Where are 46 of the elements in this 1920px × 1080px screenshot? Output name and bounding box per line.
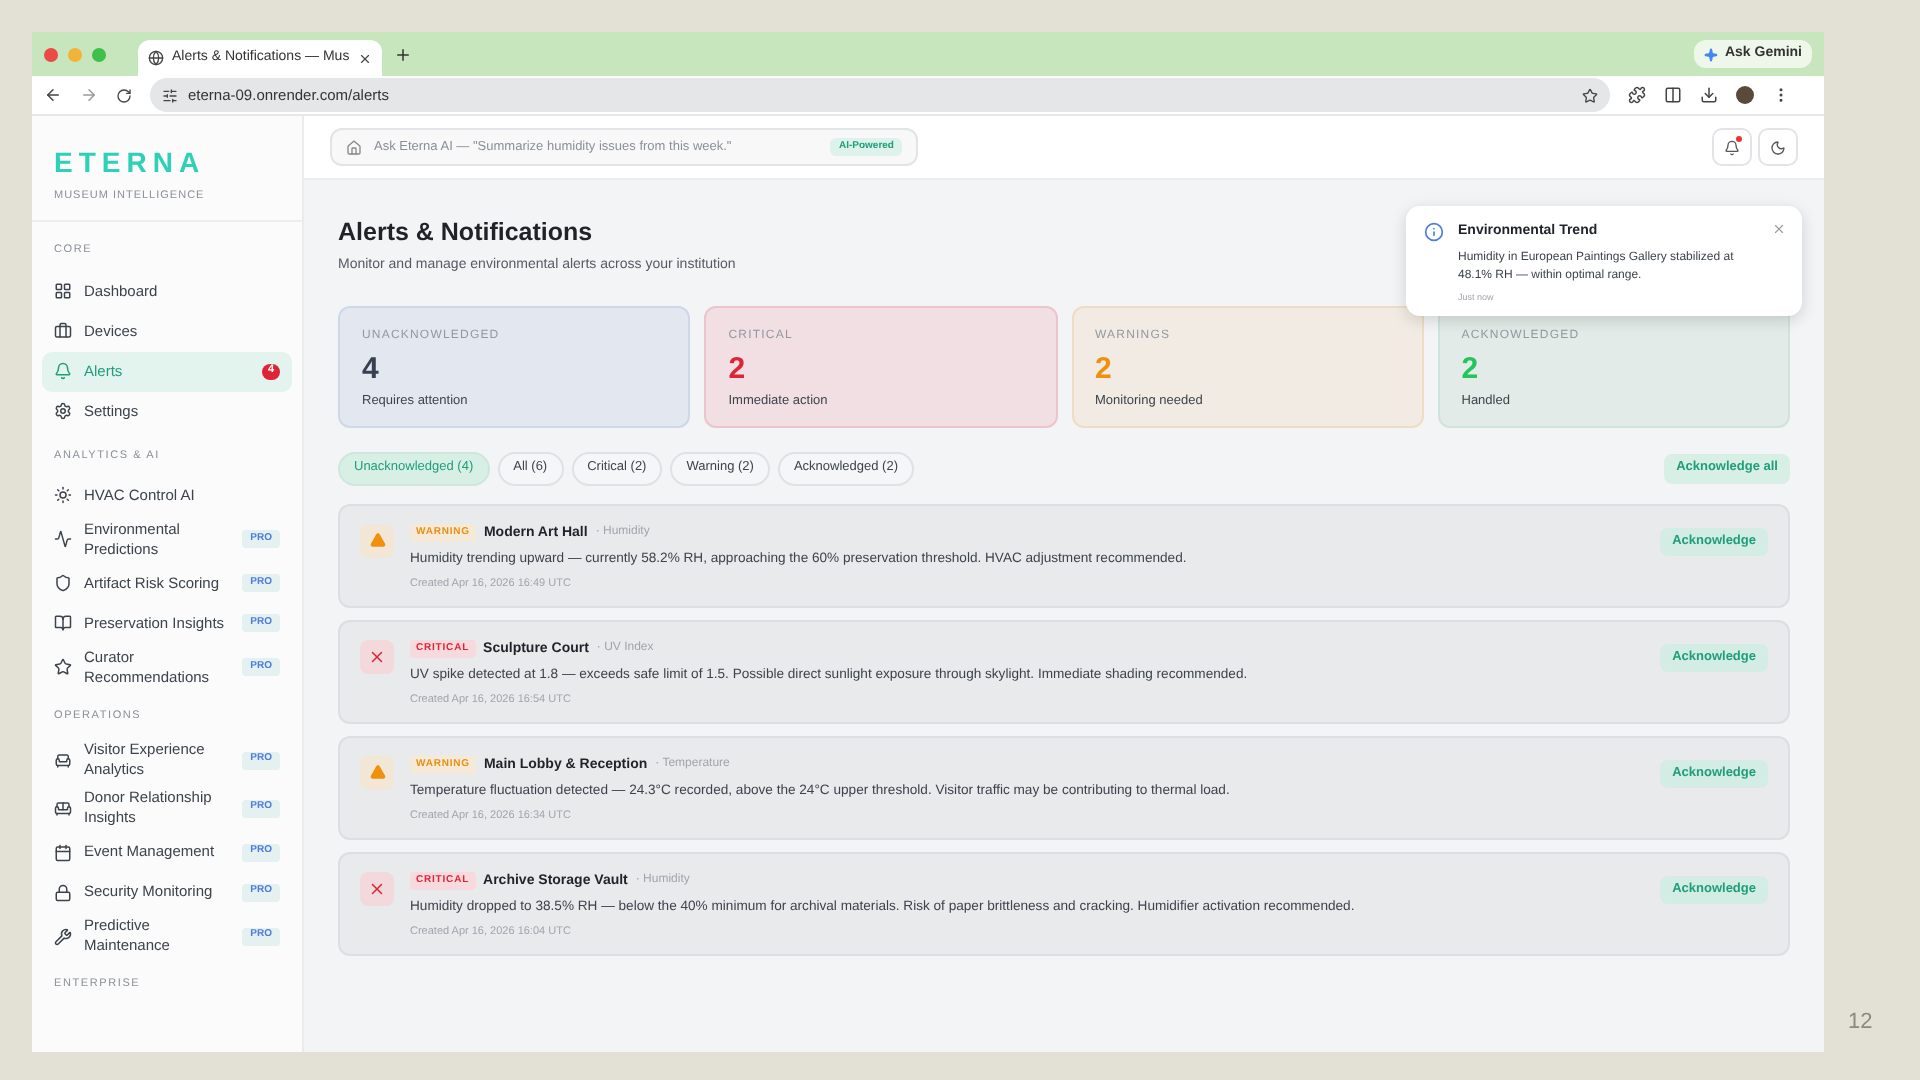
shield-icon (54, 574, 72, 593)
settings-icon (54, 402, 72, 420)
stat-value: 2 (1461, 351, 1481, 385)
forward-icon[interactable] (80, 86, 98, 104)
lock-icon (54, 883, 72, 901)
warning-icon (360, 523, 394, 557)
x-mark-icon (360, 871, 394, 905)
close-icon[interactable] (1772, 222, 1786, 236)
close-tab-icon[interactable] (358, 51, 372, 65)
calendar-icon (54, 843, 72, 861)
split-view-icon[interactable] (1664, 86, 1682, 104)
armchair-icon (54, 751, 72, 769)
info-icon (1424, 222, 1444, 242)
reload-icon[interactable] (116, 87, 132, 103)
bell-icon (54, 362, 72, 380)
extensions-icon[interactable] (1628, 86, 1646, 104)
brand-logo: ETERNA (54, 148, 208, 176)
new-tab-icon[interactable] (394, 45, 412, 63)
moon-icon (1770, 139, 1786, 155)
star-icon (54, 658, 72, 677)
theme-toggle-button[interactable] (1758, 128, 1798, 166)
site-settings-icon[interactable] (162, 87, 178, 103)
x-mark-icon (360, 639, 394, 673)
close-window-icon[interactable] (44, 47, 58, 61)
stat-value: 2 (728, 351, 748, 385)
pulse-icon (54, 530, 72, 549)
sun-icon (54, 486, 72, 505)
warning-icon (360, 755, 394, 789)
page-title: Alerts & Notifications (338, 218, 593, 246)
book-icon (54, 614, 72, 633)
stat-value: 4 (362, 351, 381, 385)
download-icon[interactable] (1700, 86, 1718, 104)
wrench-icon (54, 927, 72, 945)
sparkle-icon (1704, 47, 1719, 61)
notifications-button[interactable] (1712, 128, 1752, 166)
stat-value: 2 (1095, 351, 1114, 385)
sofa-icon (54, 799, 72, 817)
grid-icon (54, 282, 72, 300)
globe-icon (148, 50, 164, 66)
slide-number: 12 (1848, 1008, 1873, 1038)
house-icon (346, 139, 362, 155)
bookmark-icon[interactable] (1582, 87, 1598, 103)
briefcase-icon (54, 322, 72, 340)
profile-avatar[interactable] (1736, 86, 1754, 104)
back-icon[interactable] (44, 86, 62, 104)
bell-icon (1724, 139, 1740, 155)
